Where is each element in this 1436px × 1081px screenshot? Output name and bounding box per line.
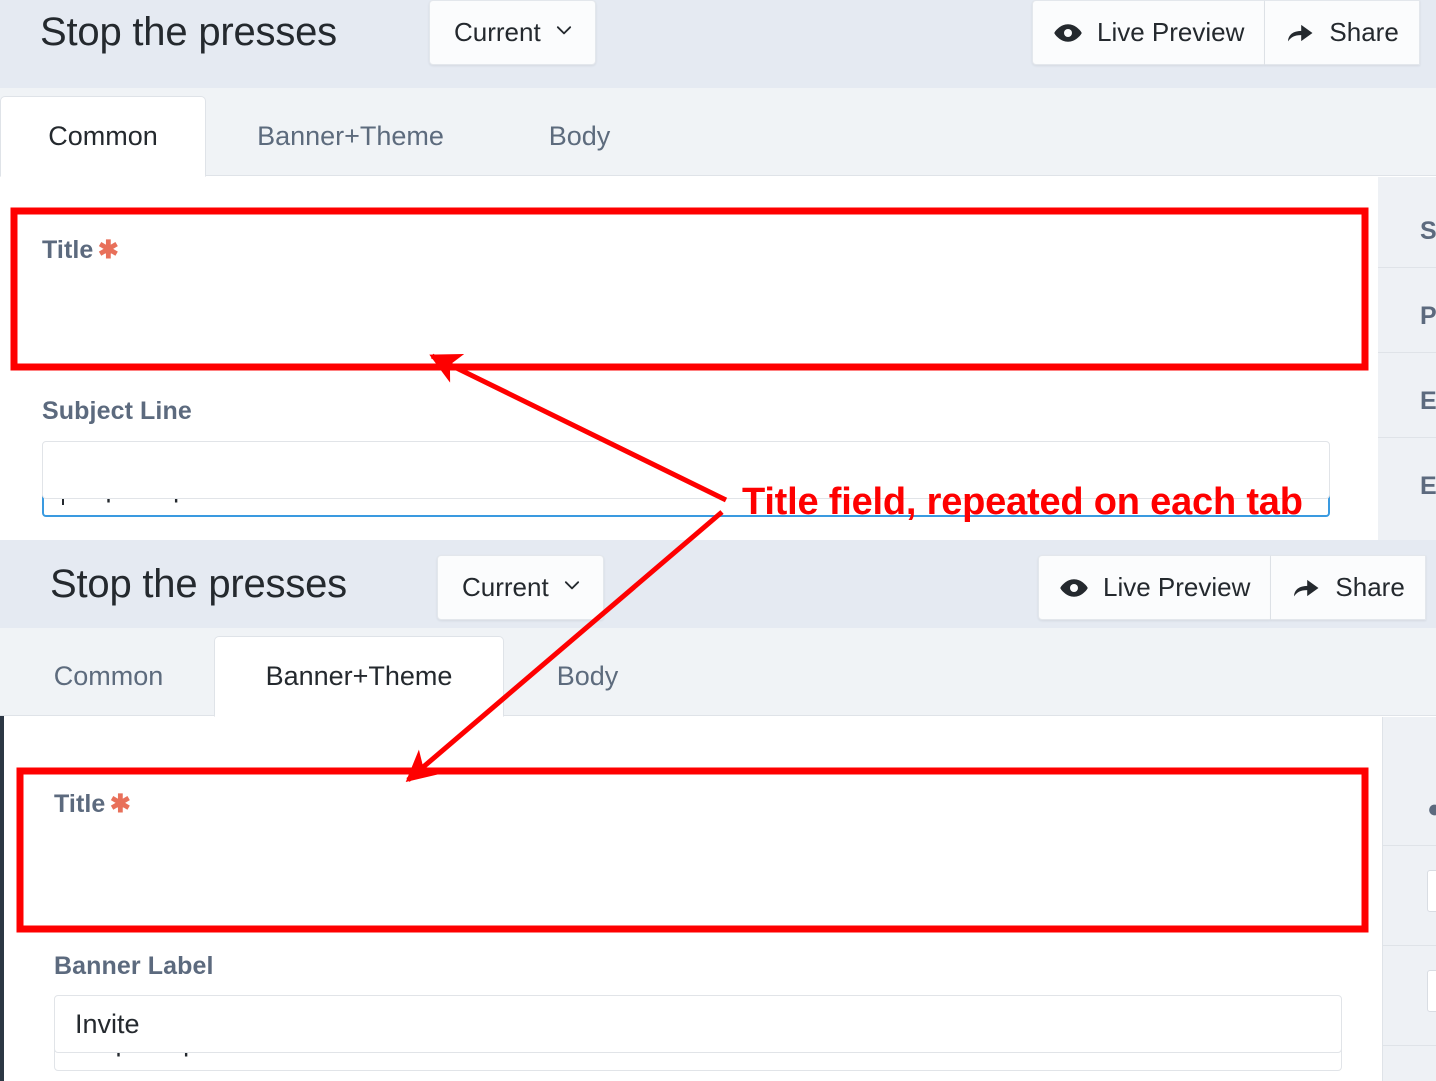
tab-common-label-2: Common	[53, 660, 164, 691]
right-rail-banner-theme: ●	[1382, 717, 1436, 1081]
chevron-down-icon	[563, 576, 581, 594]
share-label: Share	[1329, 17, 1399, 47]
share-arrow-icon	[1285, 21, 1315, 45]
screenshot-root: Stop the presses Current Live Preview Sh…	[0, 0, 1436, 1081]
field-title: Title ✱	[42, 235, 119, 265]
rail-label-p: P	[1420, 302, 1436, 330]
app-header-common: Stop the presses Current Live Preview Sh…	[0, 0, 1436, 88]
tab-body-label: Body	[548, 120, 611, 151]
live-preview-label-2: Live Preview	[1103, 572, 1251, 602]
field-subject-line: Subject Line	[42, 397, 192, 426]
required-asterisk: ✱	[109, 790, 131, 818]
tab-bar-banner-theme: Common Banner+Theme Body	[0, 628, 1436, 717]
rail-label-e2: E	[1420, 472, 1436, 500]
version-selector-button[interactable]: Current	[429, 0, 596, 65]
tab-body-2[interactable]: Body	[504, 636, 672, 716]
live-preview-label: Live Preview	[1097, 17, 1245, 47]
live-preview-button-2[interactable]: Live Preview	[1038, 555, 1272, 620]
eye-icon	[1053, 23, 1083, 43]
field-title-label: Title	[42, 236, 94, 264]
tab-common-2[interactable]: Common	[4, 636, 214, 716]
tab-banner-theme-label: Banner+Theme	[257, 120, 444, 151]
tab-banner-theme-label-2: Banner+Theme	[265, 661, 453, 691]
required-asterisk: ✱	[97, 236, 119, 264]
banner-label-input[interactable]: Invite	[54, 995, 1342, 1053]
rail-divider	[1378, 267, 1436, 268]
app-panel-banner-theme: Stop the presses Current Live Preview Sh…	[0, 540, 1436, 1081]
tab-bar-common: Common Banner+Theme Body	[0, 88, 1436, 177]
version-selector-label-2: Current	[462, 572, 549, 602]
share-button[interactable]: Share	[1265, 0, 1420, 65]
chevron-down-icon	[555, 21, 573, 39]
form-area-banner-theme: Title ✱ Stop the presses Banner Label In…	[4, 717, 1382, 1081]
right-rail-common: S P E E	[1378, 177, 1436, 540]
page-title: Stop the presses	[40, 10, 337, 54]
rail-icon-row: ●	[1427, 795, 1436, 824]
tab-common[interactable]: Common	[0, 96, 206, 177]
live-preview-button[interactable]: Live Preview	[1032, 0, 1266, 65]
rail-divider	[1378, 437, 1436, 438]
field-subject-line-label: Subject Line	[42, 397, 192, 425]
rail-label-s: S	[1420, 217, 1436, 245]
rail-divider	[1378, 352, 1436, 353]
rail-label-e1: E	[1420, 387, 1436, 415]
header-actions-banner-theme: Live Preview Share	[1038, 555, 1426, 620]
rail-divider	[1383, 945, 1436, 946]
annotation-label: Title field, repeated on each tab	[742, 481, 1303, 523]
header-actions-common: Live Preview Share	[1032, 0, 1420, 65]
field-title-2: Title ✱	[54, 789, 131, 819]
tab-body[interactable]: Body	[496, 96, 664, 176]
tab-banner-theme-2[interactable]: Banner+Theme	[214, 636, 504, 717]
page-title-2: Stop the presses	[50, 562, 347, 606]
share-button-2[interactable]: Share	[1271, 555, 1426, 620]
field-banner-label-label: Banner Label	[54, 952, 214, 980]
version-selector-button-2[interactable]: Current	[437, 555, 604, 620]
field-banner-label: Banner Label	[54, 952, 214, 981]
rail-field-2[interactable]	[1427, 970, 1436, 1012]
share-label-2: Share	[1335, 572, 1405, 602]
rail-divider	[1383, 1045, 1436, 1046]
rail-divider	[1383, 845, 1436, 846]
app-header-banner-theme: Stop the presses Current Live Preview Sh…	[0, 540, 1436, 628]
rail-field-1[interactable]	[1427, 870, 1436, 912]
tab-banner-theme[interactable]: Banner+Theme	[206, 96, 496, 176]
banner-label-input-value: Invite	[75, 1008, 140, 1039]
tab-body-label-2: Body	[556, 660, 619, 691]
eye-icon	[1059, 578, 1089, 598]
app-panel-common: Stop the presses Current Live Preview Sh…	[0, 0, 1436, 540]
tab-common-label: Common	[48, 121, 158, 151]
share-arrow-icon	[1291, 576, 1321, 600]
field-title-label-2: Title	[54, 790, 106, 818]
version-selector-label: Current	[454, 17, 541, 47]
